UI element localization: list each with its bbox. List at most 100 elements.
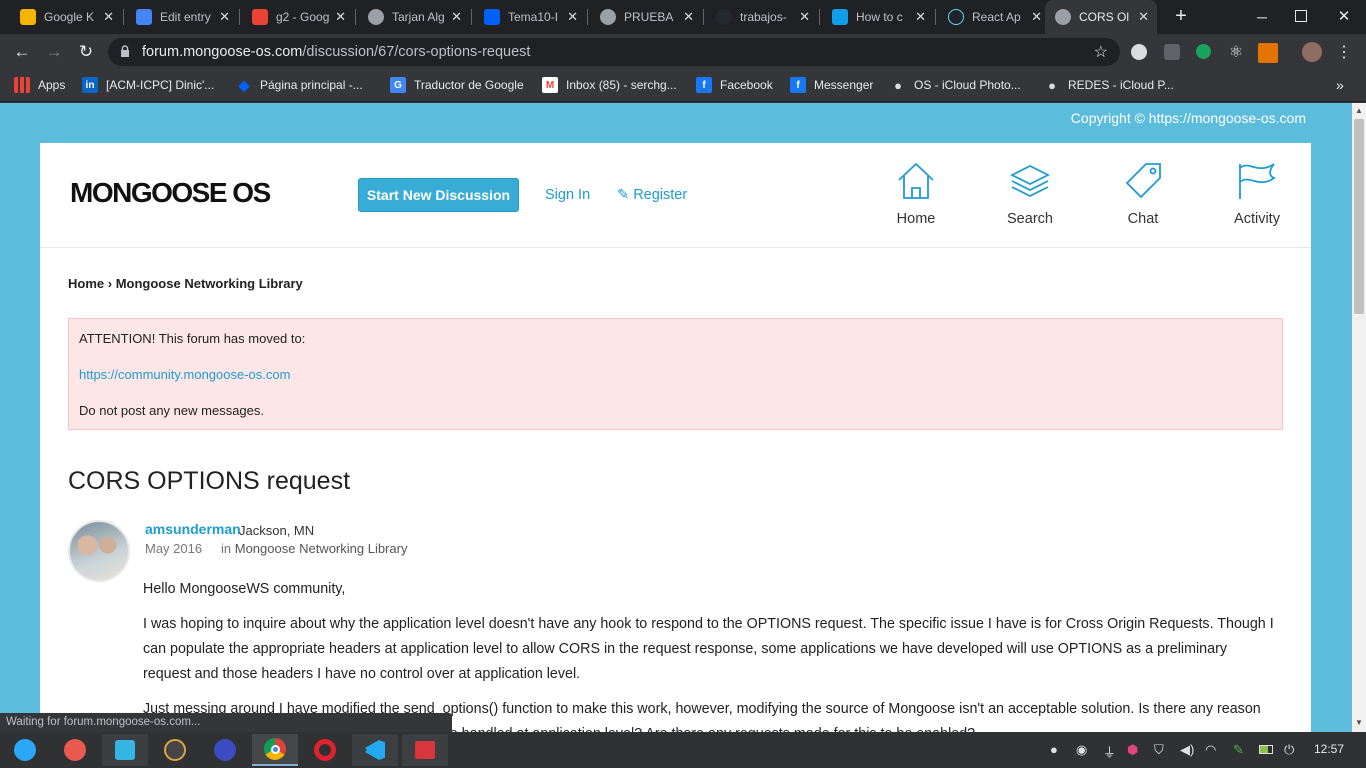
bookmark-star-icon[interactable]: ☆	[1094, 42, 1108, 62]
maximize-icon[interactable]	[1295, 10, 1307, 22]
category-link[interactable]: Mongoose Networking Library	[235, 541, 408, 556]
breadcrumb-home[interactable]: Home	[68, 276, 104, 291]
bookmark-item[interactable]: ◆ Página principal -...	[236, 76, 363, 94]
register-link[interactable]: ✎ Register	[617, 187, 687, 203]
close-icon[interactable]: ✕	[335, 9, 346, 25]
screen-recorder-icon[interactable]	[52, 734, 98, 766]
bookmark-item[interactable]: ● REDES - iCloud P...	[1044, 76, 1174, 94]
post-date[interactable]: May 2016	[145, 541, 202, 556]
minimize-icon[interactable]: ─	[1254, 4, 1270, 30]
bookmark-item[interactable]: ● OS - iCloud Photo...	[890, 76, 1021, 94]
page-scrollbar[interactable]: ▲ ▼	[1352, 103, 1366, 732]
breadcrumb-separator: ›	[107, 276, 113, 291]
power-icon[interactable]: ⏻	[1284, 742, 1294, 758]
bookmark-item[interactable]: f Messenger	[790, 76, 873, 94]
author-name[interactable]: amsunderman	[145, 521, 241, 537]
opera-icon[interactable]	[302, 734, 348, 766]
bookmarks-overflow-icon[interactable]: »	[1336, 76, 1344, 94]
slides-icon	[252, 9, 268, 25]
tab-8[interactable]: React Ap ✕	[938, 0, 1050, 34]
extension-icon[interactable]	[1258, 43, 1278, 63]
bookmark-item[interactable]: f Facebook	[696, 76, 773, 94]
globe-icon	[368, 9, 384, 25]
shield-tray-icon[interactable]: ⛉	[1154, 742, 1164, 758]
new-tab-icon[interactable]: +	[1170, 5, 1192, 27]
usb-tray-icon[interactable]: ⏚	[1103, 742, 1116, 761]
chrome-icon[interactable]	[252, 734, 298, 766]
tab-label: Tarjan Alg	[392, 10, 445, 24]
extension-icon[interactable]	[1164, 44, 1180, 60]
site-logo[interactable]: MONGOOSE OS	[70, 177, 271, 209]
pen-tray-icon[interactable]: ✎	[1233, 742, 1244, 758]
bookmark-item[interactable]: M Inbox (85) - serchg...	[542, 76, 677, 94]
author-avatar[interactable]	[68, 520, 130, 582]
community-link[interactable]: https://community.mongoose-os.com	[79, 367, 290, 382]
tab-3[interactable]: Tarjan Alg ✕	[358, 0, 470, 34]
vscode-icon[interactable]	[352, 734, 398, 766]
menu-kebab-icon[interactable]: ⋮	[1336, 42, 1352, 62]
scrollbar-thumb[interactable]	[1354, 119, 1364, 314]
close-icon[interactable]: ✕	[1138, 9, 1149, 25]
profile-avatar[interactable]	[1302, 42, 1322, 62]
tab-7[interactable]: How to c ✕	[822, 0, 934, 34]
author-location: Jackson, MN	[239, 523, 315, 538]
close-icon[interactable]: ✕	[799, 9, 810, 25]
tab-2[interactable]: g2 - Goog ✕	[242, 0, 354, 34]
close-icon[interactable]: ✕	[915, 9, 926, 25]
close-icon[interactable]: ✕	[451, 9, 462, 25]
nav-activity[interactable]: Activity	[1217, 161, 1297, 227]
clock[interactable]: 12:57	[1314, 742, 1344, 756]
page-viewport: Copyright © https://mongoose-os.com MONG…	[0, 103, 1352, 732]
terminal-icon[interactable]	[402, 734, 448, 766]
close-icon[interactable]: ✕	[1031, 9, 1042, 25]
close-icon[interactable]: ✕	[567, 9, 578, 25]
scroll-up-icon[interactable]: ▲	[1355, 106, 1363, 115]
app-store-icon[interactable]	[102, 734, 148, 766]
start-new-discussion-button[interactable]: Start New Discussion	[358, 178, 519, 212]
app-tray-icon[interactable]: ⬢	[1127, 742, 1138, 758]
nav-label: Search	[1007, 211, 1053, 227]
launcher-icon[interactable]	[2, 734, 48, 766]
system-monitor-icon[interactable]	[202, 734, 248, 766]
tab-9-active[interactable]: CORS Ol ✕	[1045, 0, 1157, 34]
sign-in-link[interactable]: Sign In	[545, 187, 590, 203]
freecodecamp-icon	[832, 9, 848, 25]
forward-icon[interactable]: →	[43, 41, 65, 63]
tab-strip: Google K ✕ Edit entry ✕ g2 - Goog ✕ Tarjan …	[0, 0, 1366, 34]
address-bar[interactable]: forum.mongoose-os.com/discussion/67/cors…	[108, 38, 1120, 66]
facebook-icon: f	[696, 77, 712, 93]
close-icon[interactable]: ✕	[683, 9, 694, 25]
copyright-text: Copyright © https://mongoose-os.com	[1070, 110, 1306, 126]
nav-home[interactable]: Home	[876, 161, 956, 227]
react-devtools-icon[interactable]: ⚛	[1227, 42, 1245, 61]
bookmark-item[interactable]: in [ACM-ICPC] Dinic'...	[82, 76, 214, 94]
discussion-title: CORS OPTIONS request	[68, 467, 351, 495]
alert-notice: Do not post any new messages.	[79, 403, 264, 418]
tab-4[interactable]: Tema10-I ✕	[474, 0, 586, 34]
tab-5[interactable]: PRUEBA ✕	[590, 0, 702, 34]
reload-icon[interactable]: ↻	[75, 41, 97, 63]
tab-0[interactable]: Google K ✕	[10, 0, 122, 34]
scroll-down-icon[interactable]: ▼	[1355, 718, 1363, 727]
tab-1[interactable]: Edit entry ✕	[126, 0, 238, 34]
chat-tray-icon[interactable]: ●	[1050, 742, 1058, 757]
extension-icon[interactable]	[1196, 44, 1211, 59]
nav-search[interactable]: Search	[990, 161, 1070, 227]
bookmark-item[interactable]: G Traductor de Google	[390, 76, 524, 94]
breadcrumb: Home › Mongoose Networking Library	[68, 276, 303, 291]
close-icon[interactable]: ✕	[103, 9, 114, 25]
close-icon[interactable]: ✕	[219, 9, 230, 25]
wifi-icon[interactable]: ◠	[1205, 742, 1216, 758]
bookmark-apps[interactable]: Apps	[14, 76, 65, 94]
tab-6[interactable]: trabajos- ✕	[706, 0, 818, 34]
battery-icon[interactable]	[1259, 745, 1273, 754]
sublime-icon[interactable]	[152, 734, 198, 766]
volume-icon[interactable]: ◀)	[1180, 742, 1194, 758]
breadcrumb-category[interactable]: Mongoose Networking Library	[116, 276, 303, 291]
nav-chat[interactable]: Chat	[1103, 161, 1183, 227]
discord-tray-icon[interactable]: ◉	[1076, 742, 1087, 758]
extension-icon[interactable]	[1131, 44, 1147, 60]
back-icon[interactable]: ←	[11, 41, 33, 63]
url-path: /discussion/67/cors-options-request	[302, 44, 531, 60]
window-close-icon[interactable]: ✕	[1336, 4, 1352, 30]
